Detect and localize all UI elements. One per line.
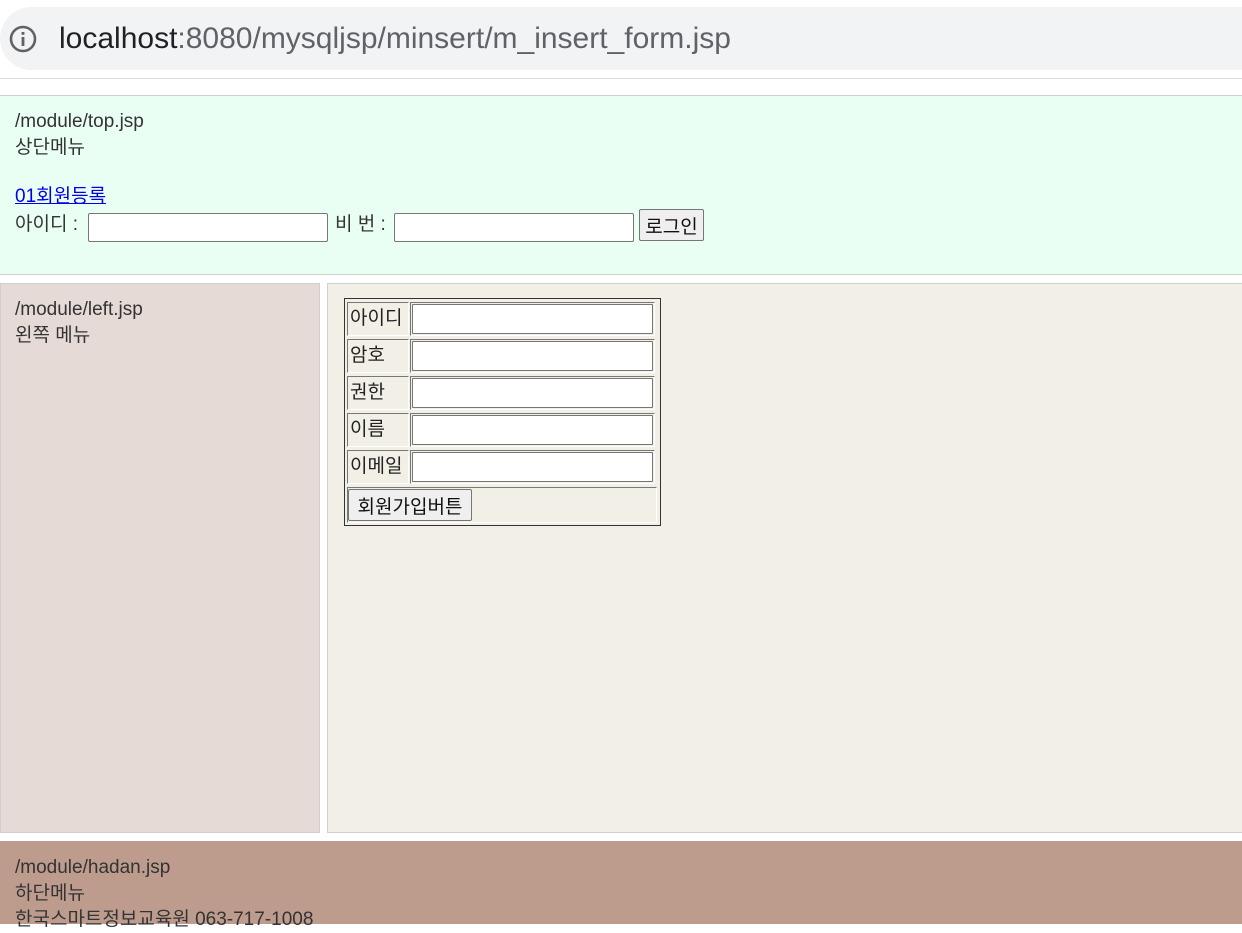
info-icon[interactable] [9,25,37,53]
left-module-path: /module/left.jsp [15,299,143,320]
member-level-input[interactable] [412,378,653,408]
login-password-input[interactable] [394,213,634,242]
login-button[interactable]: 로그인 [639,209,704,241]
form-label-name: 이름 [350,418,385,440]
password-label: 비 번 : [335,214,386,235]
footer-module-path: /module/hadan.jsp [15,857,171,878]
left-module [0,283,320,833]
left-module-title: 왼쪽 메뉴 [15,325,91,346]
form-row-label-cell: 이름 [347,413,409,447]
form-row-label-cell: 이메일 [347,450,409,484]
form-row-label-cell: 암호 [347,339,409,373]
top-module-path: /module/top.jsp [15,111,144,132]
member-id-input[interactable] [412,304,653,334]
form-label-level: 권한 [350,381,385,403]
signup-submit-button[interactable]: 회원가입버튼 [348,489,472,521]
login-id-input[interactable] [88,213,328,242]
url-host: localhost [59,22,178,55]
form-row-label-cell: 아이디 [347,302,409,336]
member-email-input[interactable] [412,452,653,482]
divider [0,78,1242,79]
member-password-input[interactable] [412,341,653,371]
register-link[interactable]: 01회원등록 [15,184,106,210]
footer-org-info: 한국스마트정보교육원 063-717-1008 [15,909,314,930]
form-label-email: 이메일 [350,455,403,477]
top-module [0,95,1242,275]
form-row-label-cell: 권한 [347,376,409,410]
id-label: 아이디 : [15,214,78,235]
url-path: :8080/mysqljsp/minsert/m_insert_form.jsp [177,22,731,55]
footer-module-title: 하단메뉴 [15,883,85,904]
top-module-title: 상단메뉴 [15,137,85,158]
form-label-id: 아이디 [350,307,403,329]
url-text[interactable]: localhost:8080/mysqljsp/minsert/m_insert… [59,18,731,60]
form-label-password: 암호 [350,344,385,366]
member-name-input[interactable] [412,415,653,445]
